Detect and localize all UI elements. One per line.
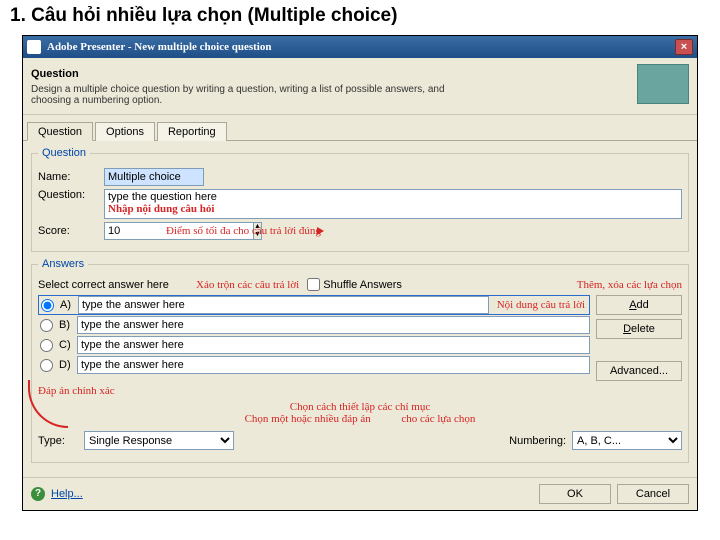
close-icon[interactable]: ×	[675, 39, 693, 55]
ann-numbering2: cho các lựa chọn	[401, 413, 475, 425]
answer-radio[interactable]	[41, 299, 54, 312]
delete-button[interactable]: Delete	[596, 319, 682, 339]
answer-letter: B)	[59, 319, 73, 331]
group-answers: Answers Select correct answer here Xáo t…	[31, 258, 689, 463]
group-question: Question Name: Question: type the questi…	[31, 147, 689, 252]
tab-pane: Question Name: Question: type the questi…	[23, 141, 697, 477]
ann-shuffle: Xáo trộn các câu trả lời	[196, 279, 299, 291]
shuffle-input[interactable]	[307, 278, 320, 291]
titlebar: Adobe Presenter - New multiple choice qu…	[23, 36, 697, 58]
cancel-button[interactable]: Cancel	[617, 484, 689, 504]
ok-button[interactable]: OK	[539, 484, 611, 504]
tab-strip: Question Options Reporting	[23, 115, 697, 141]
header-title: Question	[31, 68, 79, 80]
tab-options[interactable]: Options	[95, 122, 155, 141]
ann-correct: Đáp án chính xác	[38, 385, 682, 397]
answer-radio[interactable]	[40, 319, 53, 332]
help-icon[interactable]: ?	[31, 487, 45, 501]
ann-single: Chọn một hoặc nhiều đáp án	[245, 413, 371, 425]
arrow-annotation	[28, 380, 68, 428]
label-type: Type:	[38, 435, 78, 447]
label-numbering: Numbering:	[509, 435, 566, 447]
label-name: Name:	[38, 171, 98, 183]
shuffle-checkbox[interactable]: Shuffle Answers	[307, 278, 402, 291]
group-answers-legend: Answers	[38, 258, 88, 270]
answer-input[interactable]	[77, 336, 590, 354]
answer-letter: C)	[59, 339, 73, 351]
header-icon	[637, 64, 689, 104]
answer-row[interactable]: B)	[38, 315, 590, 335]
dialog-header: Question Design a multiple choice questi…	[23, 58, 697, 115]
answer-row[interactable]: A) Nội dung câu trả lời	[38, 295, 590, 315]
tab-question[interactable]: Question	[27, 122, 93, 141]
answer-input[interactable]	[77, 356, 590, 374]
answer-input[interactable]	[78, 296, 489, 314]
type-select[interactable]: Single Response	[84, 431, 234, 450]
help-link[interactable]: Help...	[51, 488, 533, 500]
dialog-window: Adobe Presenter - New multiple choice qu…	[22, 35, 698, 511]
answer-row[interactable]: D)	[38, 355, 590, 375]
ann-addremove: Thêm, xóa các lựa chọn	[577, 279, 682, 291]
name-input[interactable]	[104, 168, 204, 186]
answer-row[interactable]: C)	[38, 335, 590, 355]
window-title: Adobe Presenter - New multiple choice qu…	[47, 41, 669, 53]
app-icon	[27, 40, 41, 54]
add-button[interactable]: AAdddd	[596, 295, 682, 315]
slide-title: 1. Câu hỏi nhiều lựa chọn (Multiple choi…	[0, 0, 720, 29]
answer-input[interactable]	[77, 316, 590, 334]
shuffle-label: Shuffle Answers	[323, 279, 402, 291]
answer-radio[interactable]	[40, 359, 53, 372]
question-input[interactable]: type the question here	[108, 191, 678, 203]
dialog-footer: ? Help... OK Cancel	[23, 477, 697, 510]
group-question-legend: Question	[38, 147, 90, 159]
answer-letter: A)	[60, 299, 74, 311]
label-select-correct: Select correct answer here	[38, 279, 188, 291]
answer-letter: D)	[59, 359, 73, 371]
label-question: Question:	[38, 189, 98, 201]
score-stepper[interactable]: ▲▼	[104, 222, 154, 240]
ann-question-hint: Nhập nội dung câu hỏi	[108, 203, 678, 215]
ann-score-hint: Điểm số tối đa cho câu trả lời đúng	[166, 225, 321, 237]
header-desc: Design a multiple choice question by wri…	[31, 84, 461, 106]
ann-answer-hint: Nội dung câu trả lời	[497, 299, 585, 311]
answer-radio[interactable]	[40, 339, 53, 352]
advanced-button[interactable]: Advanced...	[596, 361, 682, 381]
label-score: Score:	[38, 225, 98, 237]
numbering-select[interactable]: A, B, C...	[572, 431, 682, 450]
ann-numbering1: Chọn cách thiết lập các chỉ mục	[290, 401, 431, 413]
tab-reporting[interactable]: Reporting	[157, 122, 227, 141]
